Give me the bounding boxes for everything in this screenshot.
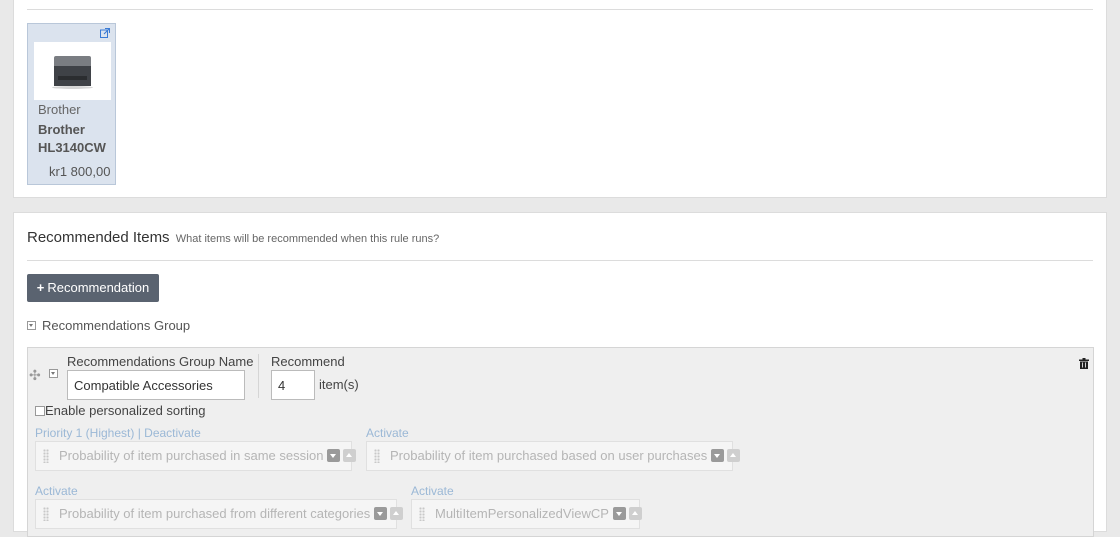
drag-handle-icon[interactable]: ✣ (29, 367, 41, 384)
move-down-icon[interactable] (327, 449, 341, 462)
personalized-sorting-row: Enable personalized sorting (35, 403, 205, 418)
slot-1-deactivate-link[interactable]: Deactivate (144, 426, 201, 440)
strategy-slot-3[interactable]: Probability of item purchased from diffe… (35, 499, 404, 529)
section-heading: Recommended Items (27, 229, 170, 246)
divider (27, 9, 1093, 10)
section-subtitle: What items will be recommended when this… (175, 233, 440, 245)
grip-icon[interactable] (43, 449, 49, 463)
slot-1-label: Priority 1 (Highest) | Deactivate (35, 426, 201, 440)
product-card[interactable]: Brother Brother HL3140CW kr1 800,00 (27, 23, 116, 185)
trash-icon[interactable] (1079, 358, 1089, 369)
move-up-icon[interactable] (343, 449, 357, 462)
group-name-label: Recommendations Group Name (67, 354, 254, 369)
recommendations-group-toggle[interactable]: Recommendations Group (27, 317, 190, 333)
plus-icon: + (36, 280, 45, 295)
move-up-icon[interactable] (390, 507, 404, 520)
recommendation-group: ✣ Recommendations Group Name Recommend i… (27, 347, 1094, 537)
strategy-slot-1[interactable]: Probability of item purchased in same se… (35, 441, 357, 471)
move-down-icon[interactable] (374, 507, 388, 520)
group-name-input[interactable] (67, 370, 245, 400)
product-image (34, 42, 111, 100)
add-recommendation-label: Recommendation (47, 280, 150, 295)
group-toggle-label: Recommendations Group (42, 318, 191, 334)
personalized-sorting-label: Enable personalized sorting (45, 403, 206, 418)
slot-3-label: Activate (35, 484, 78, 498)
recommend-count-label: Recommend (271, 354, 345, 369)
slot-4-label: Activate (411, 484, 454, 498)
external-link-icon[interactable] (100, 28, 110, 38)
items-suffix: item(s) (319, 377, 359, 392)
add-recommendation-button[interactable]: + Recommendation (27, 274, 159, 302)
strategy-1-label: Probability of item purchased in same se… (59, 448, 324, 463)
move-up-icon[interactable] (727, 449, 741, 462)
move-down-icon[interactable] (711, 449, 725, 462)
strategy-2-label: Probability of item purchased based on u… (390, 448, 708, 463)
slot-1-priority: Priority 1 (Highest) (35, 426, 135, 440)
slot-4-activate-link[interactable]: Activate (411, 484, 454, 498)
slot-2-label: Activate (366, 426, 409, 440)
move-up-icon[interactable] (628, 507, 642, 520)
grip-icon[interactable] (374, 449, 380, 463)
section-title: Recommended Items What items will be rec… (27, 229, 439, 246)
recommend-count-input[interactable] (271, 370, 315, 400)
product-brand: Brother (38, 102, 81, 117)
personalized-sorting-checkbox[interactable] (35, 406, 45, 416)
move-down-icon[interactable] (612, 507, 626, 520)
strategy-slot-4[interactable]: MultiItemPersonalizedViewCP (411, 499, 642, 529)
recommended-items-panel: Recommended Items What items will be rec… (13, 212, 1107, 537)
product-price: kr1 800,00 (49, 164, 111, 179)
slot-3-activate-link[interactable]: Activate (35, 484, 78, 498)
divider (27, 260, 1093, 261)
divider (258, 354, 259, 398)
trigger-items-panel: Brother Brother HL3140CW kr1 800,00 (13, 0, 1107, 198)
collapse-icon[interactable] (27, 321, 36, 331)
slot-2-activate-link[interactable]: Activate (366, 426, 409, 440)
collapse-icon[interactable] (49, 369, 58, 378)
product-name: Brother HL3140CW (38, 122, 106, 155)
strategy-slot-2[interactable]: Probability of item purchased based on u… (366, 441, 741, 471)
